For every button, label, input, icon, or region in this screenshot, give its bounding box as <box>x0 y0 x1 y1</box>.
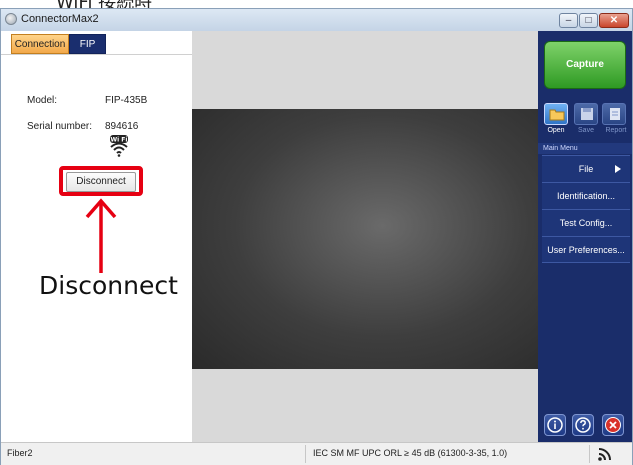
main-menu-panel: Capture Open Save Report Main Menu File <box>538 31 632 442</box>
status-divider <box>589 445 590 463</box>
menu-item-identification[interactable]: Identification... <box>542 182 630 209</box>
menu-item-test-config[interactable]: Test Config... <box>542 209 630 236</box>
info-button[interactable] <box>544 414 566 436</box>
menu-item-user-preferences[interactable]: User Preferences... <box>542 236 630 263</box>
menu-item-file-label: File <box>578 164 594 174</box>
open-button[interactable] <box>544 103 568 125</box>
window-title: ConnectorMax2 <box>21 13 99 25</box>
tab-fip[interactable]: FIP <box>69 34 106 54</box>
status-divider <box>305 445 306 463</box>
maximize-button[interactable]: □ <box>579 13 598 28</box>
exit-icon <box>605 417 621 433</box>
report-button[interactable] <box>602 103 626 125</box>
wifi-badge-text: Wi Fi <box>111 137 128 144</box>
app-icon <box>5 13 17 25</box>
connection-panel: Connection FIP Model: FIP-435B Serial nu… <box>1 31 193 442</box>
titlebar: ConnectorMax2 – □ ✕ <box>1 9 632 31</box>
report-icon <box>610 108 620 120</box>
tab-connection[interactable]: Connection <box>11 34 69 54</box>
report-label: Report <box>605 127 627 134</box>
main-menu-header: Main Menu <box>538 143 632 154</box>
submenu-arrow-icon <box>615 165 621 173</box>
open-label: Open <box>547 127 565 134</box>
folder-icon <box>549 109 565 121</box>
status-bar: Fiber2 IEC SM MF UPC ORL ≥ 45 dB (61300-… <box>1 442 632 465</box>
close-button[interactable]: ✕ <box>599 13 629 28</box>
serial-number-label: Serial number: <box>27 121 93 132</box>
fiber-id-status: Fiber2 <box>7 448 33 458</box>
menu-item-file[interactable]: File <box>542 155 630 182</box>
help-icon <box>575 417 591 433</box>
minimize-button[interactable]: – <box>559 13 578 28</box>
save-label: Save <box>578 127 594 134</box>
arrow-up-icon <box>85 198 117 273</box>
model-value: FIP-435B <box>105 95 148 106</box>
capture-button[interactable]: Capture <box>544 41 626 89</box>
model-label: Model: <box>27 95 58 106</box>
help-button[interactable] <box>572 414 594 436</box>
annotation-label: Disconnect <box>39 271 178 300</box>
exit-button[interactable] <box>602 414 624 436</box>
wifi-icon: Wi Fi <box>110 135 128 157</box>
info-icon <box>547 417 563 433</box>
fiber-image-view <box>192 109 538 369</box>
signal-icon <box>598 448 611 461</box>
app-window: ConnectorMax2 – □ ✕ Connection FIP Model… <box>0 8 633 465</box>
page-heading-text: WiFi 接続時 <box>56 0 152 8</box>
test-config-status: IEC SM MF UPC ORL ≥ 45 dB (61300-3-35, 1… <box>313 448 508 458</box>
fiber-image-area <box>192 31 538 442</box>
save-button[interactable] <box>574 103 598 125</box>
tab-divider <box>1 54 192 55</box>
serial-number-value: 894616 <box>105 121 139 132</box>
floppy-icon <box>581 108 593 120</box>
highlight-box <box>59 166 143 196</box>
page-heading-partial: WiFi 接続時 <box>0 0 633 8</box>
